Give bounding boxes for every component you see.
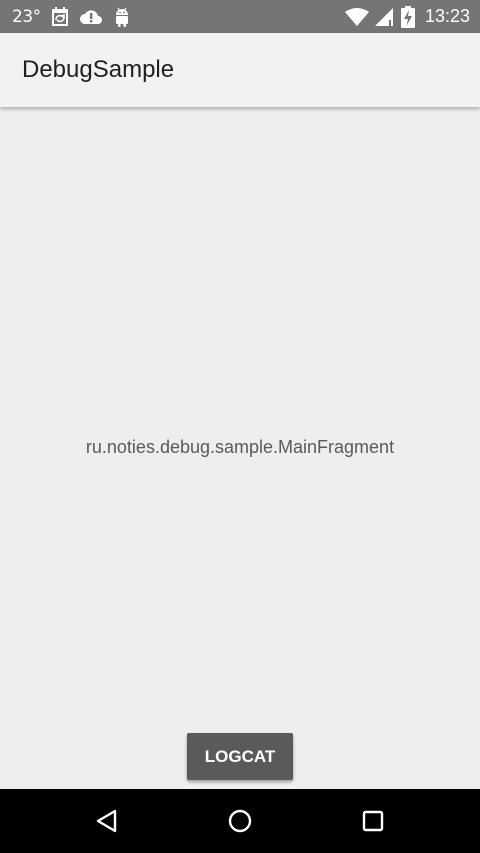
- recents-icon: [362, 810, 384, 832]
- home-button[interactable]: [222, 803, 258, 839]
- navigation-bar: [0, 789, 480, 853]
- signal-icon: [374, 7, 395, 26]
- home-icon: [228, 809, 252, 833]
- fragment-label: ru.noties.debug.sample.MainFragment: [85, 437, 395, 457]
- battery-charging-icon: [400, 5, 415, 28]
- logcat-button[interactable]: LOGCAT: [187, 733, 293, 780]
- calendar-icon: [51, 6, 69, 27]
- cloud-alert-icon: [79, 8, 103, 26]
- back-icon: [96, 809, 117, 833]
- app-bar: DebugSample: [0, 33, 480, 107]
- status-bar-left: 23°: [12, 0, 131, 33]
- back-button[interactable]: [89, 803, 125, 839]
- temperature-label: 23°: [12, 6, 41, 27]
- android-icon: [113, 7, 131, 27]
- clock-time: 13:23: [424, 6, 470, 26]
- wifi-icon: [344, 7, 369, 26]
- page-title: DebugSample: [22, 56, 175, 83]
- status-bar-right: 13:23: [344, 0, 470, 33]
- main-content: ru.noties.debug.sample.MainFragment LOGC…: [0, 107, 480, 789]
- status-bar: 23° 13:23: [0, 0, 480, 33]
- recents-button[interactable]: [355, 803, 391, 839]
